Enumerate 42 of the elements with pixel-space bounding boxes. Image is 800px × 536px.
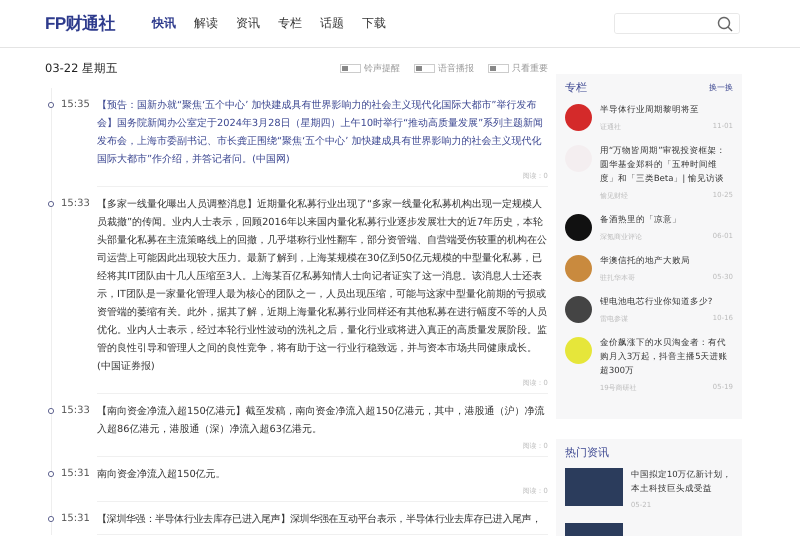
toggle-label: 只看重要 <box>512 62 548 74</box>
refresh-link[interactable]: 换一换 <box>709 82 733 93</box>
article-title[interactable]: 中国拟定10万亿新计划，本土科技巨头成受益 <box>630 468 733 496</box>
news-time: 15:33 <box>60 198 91 211</box>
news-time: 15:33 <box>60 405 91 418</box>
nav-tab[interactable]: 快讯 <box>150 13 178 34</box>
nav-tab[interactable]: 下载 <box>360 13 388 34</box>
timeline-dot-icon <box>48 408 54 414</box>
timeline-dot-icon <box>48 102 54 108</box>
toggle-switch[interactable] <box>488 64 509 72</box>
news-text[interactable]: 南向资金净流入超150亿元。 <box>97 466 548 484</box>
search-field[interactable] <box>614 13 740 34</box>
news-text[interactable]: 【南向资金净流入超150亿港元】截至发稿，南向资金净流入超150亿港元，其中，港股通（沪）净流入超86亿港元，港股通（深）净流入超63亿港元。 <box>97 403 548 439</box>
timeline-dot-icon <box>48 201 54 207</box>
article-title[interactable]: 华澳信托的地产大败局 <box>600 254 733 268</box>
news-text[interactable]: 【多家一线量化曝出人员调整消息】近期量化私募行业出现了“多家一线量化私募机构出现一定规模人员裁撤”的传闻。业内人士表示，回顾2016年以来国内量化私募行业逐步发展壮大的近7年历史，本轮头部量化私募在主流策略线上的回撤，几乎堪称行业性翻车，部分资管端、自营端受伤较重的机构在公司运营上可能因此出现较大压力。最新了解到，上海某规模在30亿到50亿元规模的中型量化私募，已经将其IT团队由十几人压缩至3人。上海某百亿私募知情人士向记者证实了这一消息。该消息人士还表示，IT团队是一家量化管理人最为核心的团队之一，人员出现压缩，可能与这家中型量化前期的亏损或资管端的萎缩有关。此外，据其了解，近期上海量化私募行业同样还有其他私募在进行幅度不等的人员优化。业内人士表示，经过本轮行业性波动的洗礼之后，量化行业或将进入真正的高质量发展阶段。监管的良性引导和管理人之间的良性竞争，将有助于这一行业行稳致远，并与资本市场共同健康成长。(中国证券报) <box>97 196 548 376</box>
article-title[interactable]: 金价飙涨下的水贝淘金者：有代购月入3万起，抖音主播5天进账超300万 <box>600 336 733 378</box>
toggle-switch[interactable] <box>340 64 361 72</box>
news-text[interactable]: 【预告：国新办就“聚焦‘五个中心’ 加快建成具有世界影响力的社会主义现代化国际大都市”举行发布会】国务院新闻办公室定于2024年3月28日（星期四）上午10时举行“推动高质量发展”系列主题新闻发布会，上海市委副书记、市长龚正围绕“聚焦‘五个中心’ 加快建成具有世界影响力的社会主义现代化国际大都市”作介绍，并答记者问。(中国网) <box>97 97 548 169</box>
site-logo[interactable]: FP财通社 <box>45 12 116 35</box>
nav-tab[interactable]: 解读 <box>192 13 220 34</box>
timeline-dot-icon <box>48 516 54 522</box>
news-time: 15:31 <box>60 513 91 526</box>
nav-tab[interactable]: 资讯 <box>234 13 262 34</box>
section-title: 专栏 <box>564 80 587 95</box>
search-icon[interactable] <box>717 16 733 32</box>
article-title[interactable]: 用“万物皆周期”审视投资框架：圆华基金郑科的「五种时间维度」和「三类Beta」| 愉见访谈 <box>600 144 733 186</box>
article-title[interactable]: 半导体行业周期黎明将至 <box>600 103 733 117</box>
article-title[interactable]: 锂电池电芯行业你知道多少? <box>600 295 733 309</box>
toggle-label: 铃声提醒 <box>364 62 400 74</box>
article-title[interactable]: 备酒热里的「凉意」 <box>600 213 733 227</box>
news-text[interactable]: 【深圳华强：半导体行业去库存已进入尾声】深圳华强在互动平台表示，半导体行业去库存已进入尾声， <box>97 511 548 529</box>
date-heading: 03-22 星期五 <box>45 60 118 76</box>
news-time: 15:35 <box>60 99 91 112</box>
section-title: 热门资讯 <box>564 445 609 460</box>
timeline-dot-icon <box>48 471 54 477</box>
toggle-label: 语音播报 <box>438 62 474 74</box>
nav-tab[interactable]: 话题 <box>318 13 346 34</box>
nav-tab[interactable]: 专栏 <box>276 13 304 34</box>
photo-placeholder <box>564 468 623 506</box>
toggle-switch[interactable] <box>414 64 435 72</box>
news-time: 15:31 <box>60 468 91 481</box>
